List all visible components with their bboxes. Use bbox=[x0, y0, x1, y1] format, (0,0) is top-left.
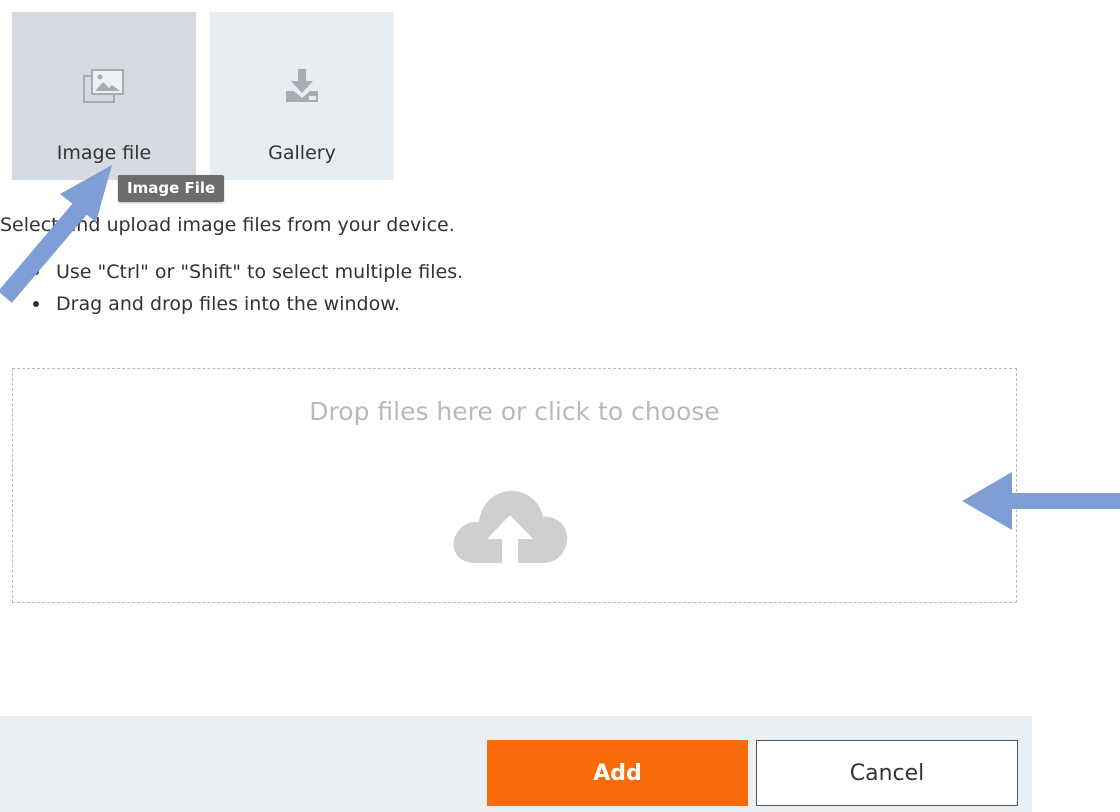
tip-text: Use "Ctrl" or "Shift" to select multiple… bbox=[56, 261, 464, 283]
drop-zone-label: Drop files here or click to choose bbox=[309, 397, 720, 426]
file-drop-zone[interactable]: Drop files here or click to choose bbox=[12, 368, 1017, 603]
cancel-button[interactable]: Cancel bbox=[756, 740, 1018, 806]
upload-tips-list: Use "Ctrl" or "Shift" to select multiple… bbox=[0, 256, 463, 320]
tab-image-file-label: Image file bbox=[56, 142, 152, 164]
tab-image-file[interactable]: Image file bbox=[12, 12, 196, 180]
upload-dialog: Image file Gallery Select and upload ima… bbox=[0, 0, 1120, 812]
tab-gallery[interactable]: Gallery bbox=[210, 12, 394, 180]
cloud-upload-icon bbox=[445, 473, 575, 573]
tab-gallery-label: Gallery bbox=[268, 142, 336, 164]
image-file-icon bbox=[82, 64, 126, 108]
tip-text: Drag and drop files into the window. bbox=[56, 293, 401, 315]
list-item: Use "Ctrl" or "Shift" to select multiple… bbox=[0, 256, 463, 288]
dialog-footer: Add Cancel bbox=[0, 716, 1032, 812]
upload-instructions: Select and upload image files from your … bbox=[0, 214, 455, 236]
bullet-icon bbox=[33, 301, 39, 307]
bullet-icon bbox=[33, 269, 39, 275]
add-button[interactable]: Add bbox=[487, 740, 748, 806]
list-item: Drag and drop files into the window. bbox=[0, 288, 463, 320]
tooltip: Image File bbox=[118, 175, 225, 202]
gallery-download-icon bbox=[280, 64, 324, 108]
